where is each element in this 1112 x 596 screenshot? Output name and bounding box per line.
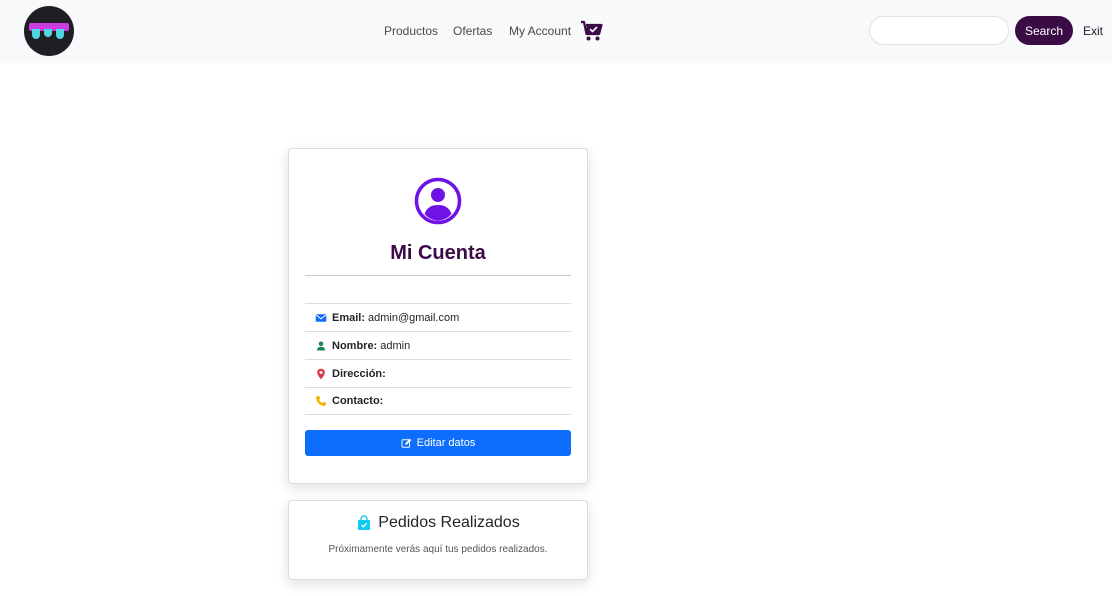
nav-link-productos[interactable]: Productos (384, 24, 438, 38)
page-title: Mi Cuenta (390, 242, 486, 264)
phone-icon (316, 396, 326, 406)
account-info-list: Email: admin@gmail.com Nombre: admin Dir… (305, 303, 571, 415)
exit-link[interactable]: Exit (1083, 24, 1103, 38)
title-divider (305, 275, 571, 276)
person-icon (316, 341, 326, 350)
search-input[interactable] (869, 16, 1009, 45)
orders-message: Próximamente verás aquí tus pedidos real… (328, 544, 548, 555)
name-row: Nombre: admin (305, 331, 571, 359)
orders-heading: Pedidos Realizados (289, 514, 587, 532)
brand-logo[interactable] (24, 6, 74, 56)
contact-label: Contacto: (332, 395, 384, 407)
orders-card: Pedidos Realizados Próximamente verás aq… (288, 500, 588, 580)
name-value: admin (380, 339, 411, 352)
name-label: Nombre: (332, 339, 378, 352)
shopping-cart-icon[interactable] (580, 19, 604, 43)
nav-link-my-account[interactable]: My Account (509, 24, 571, 38)
edit-data-button[interactable]: Editar datos (305, 430, 571, 456)
address-row: Dirección: (305, 359, 571, 387)
top-navbar: Productos Ofertas My Account Search Exit (0, 0, 1112, 63)
edit-icon (401, 438, 411, 448)
shopping-bag-check-icon (358, 515, 371, 530)
search-button[interactable]: Search (1015, 16, 1073, 45)
nav-link-ofertas[interactable]: Ofertas (453, 24, 492, 38)
envelope-icon (315, 313, 327, 322)
edit-data-label: Editar datos (416, 437, 476, 449)
address-label: Dirección: (332, 367, 386, 380)
user-circle-icon (414, 177, 462, 225)
email-label: Email: (332, 311, 366, 324)
email-value: admin@gmail.com (368, 311, 460, 324)
location-pin-icon (317, 368, 325, 379)
account-card: Mi Cuenta Email: admin@gmail.com Nombre:… (288, 148, 588, 484)
contact-row: Contacto: (305, 387, 571, 415)
email-row: Email: admin@gmail.com (305, 303, 571, 331)
orders-title: Pedidos Realizados (378, 514, 520, 531)
